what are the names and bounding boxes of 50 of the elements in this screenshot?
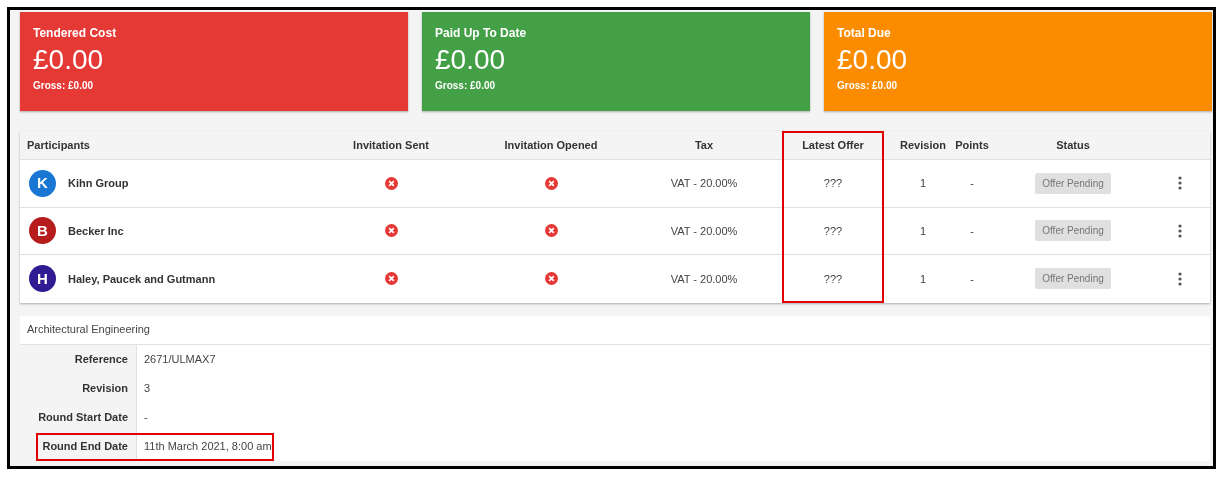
field-label: Revision: [82, 380, 128, 396]
column-header: Invitation Sent: [353, 137, 429, 153]
revision-cell-text: 1: [919, 223, 927, 239]
points-cell-text: -: [970, 271, 974, 287]
more-icon[interactable]: [1178, 223, 1182, 238]
avatar: H: [29, 265, 56, 293]
participant-name: Kihn Group: [68, 176, 129, 191]
offer-cell-text: ???: [823, 223, 843, 239]
tax-cell-text: VAT - 20.00%: [670, 271, 738, 287]
participant-name: Haley, Paucek and Gutmann: [68, 271, 216, 287]
more-icon[interactable]: [1178, 176, 1182, 191]
field-value: 11th March 2021, 8:00 am: [144, 438, 272, 454]
column-header: Invitation Opened: [504, 137, 598, 153]
field-value: 2671/ULMAX7: [144, 351, 216, 367]
column-header: Points: [955, 137, 989, 153]
field-value: -: [144, 409, 148, 425]
field-label: Reference: [74, 351, 128, 367]
column-header: Latest Offer: [802, 137, 864, 153]
column-header: Status: [1056, 137, 1090, 153]
field-label: Round Start Date: [38, 409, 128, 425]
field-value: 3: [144, 380, 151, 396]
card-gross: Gross: £0.00: [33, 80, 94, 92]
more-icon[interactable]: [1178, 271, 1182, 286]
offer-cell-text: ???: [823, 271, 843, 287]
card-amount: £0.00: [435, 43, 506, 77]
status-badge: Offer Pending: [1035, 172, 1111, 194]
points-cell-text: -: [970, 176, 974, 191]
card-amount: £0.00: [837, 43, 908, 77]
field-label: Round End Date: [42, 438, 128, 454]
tax-cell-text: VAT - 20.00%: [670, 223, 738, 239]
column-header: Tax: [694, 137, 714, 153]
tax-cell-text: VAT - 20.00%: [670, 176, 738, 191]
points-cell-text: -: [970, 223, 974, 239]
revision-cell-text: 1: [919, 176, 927, 191]
status-badge: Offer Pending: [1035, 268, 1111, 290]
avatar: B: [29, 217, 56, 245]
card-gross: Gross: £0.00: [435, 80, 496, 92]
card-title: Tendered Cost: [33, 26, 117, 40]
column-header: Participants: [27, 137, 90, 153]
card-title: Total Due: [837, 26, 891, 40]
card-title: Paid Up To Date: [435, 26, 527, 40]
avatar: K: [29, 169, 56, 197]
card-amount: £0.00: [33, 43, 104, 77]
card-gross: Gross: £0.00: [837, 80, 898, 92]
revision-cell-text: 1: [919, 271, 927, 287]
participant-name: Becker Inc: [68, 223, 124, 239]
section-title: Architectural Engineering: [27, 322, 150, 338]
column-header: Revision: [900, 137, 946, 153]
status-badge: Offer Pending: [1035, 220, 1111, 242]
offer-cell-text: ???: [823, 176, 843, 191]
